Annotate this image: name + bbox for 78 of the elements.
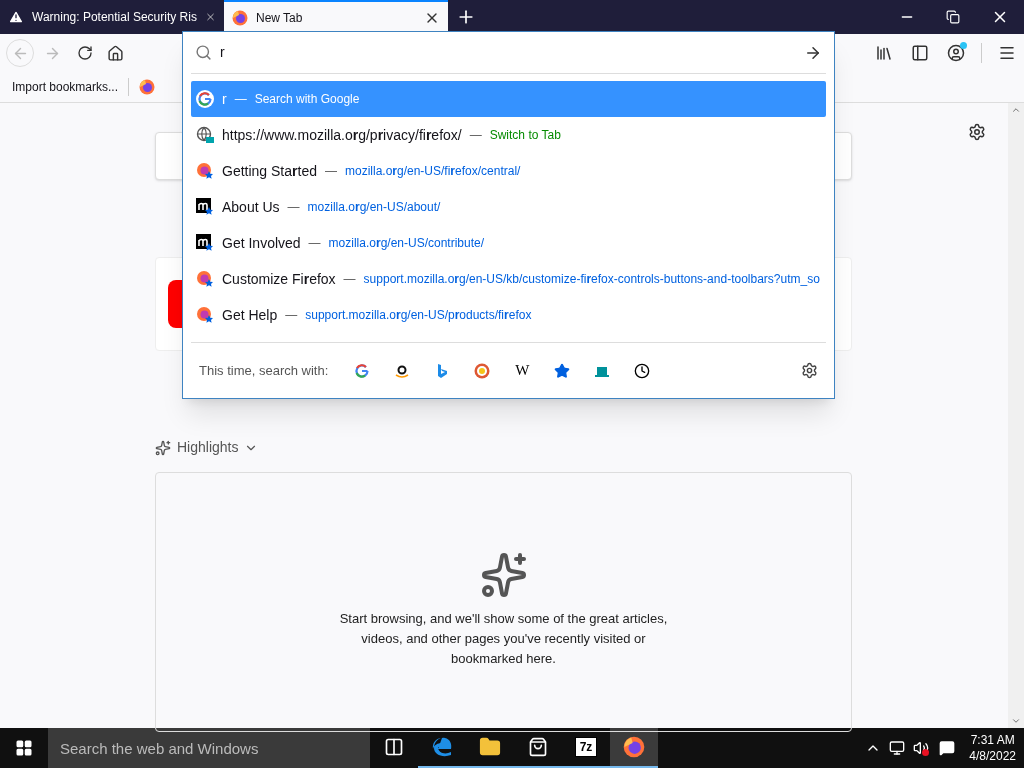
mozilla-bookmark-icon	[196, 198, 214, 216]
dash-separator: —	[285, 307, 298, 324]
suggestion-action: Search with Google	[254, 91, 360, 108]
address-field[interactable]: r	[191, 32, 826, 74]
browser-tab[interactable]: New Tab	[224, 0, 448, 34]
firefox-bookmark-icon	[196, 270, 214, 288]
archive-app-icon[interactable]: 7z	[574, 737, 598, 757]
windows-start-icon[interactable]	[15, 739, 33, 757]
account-icon[interactable]	[947, 44, 965, 62]
suggestion-action: support.mozilla.org/en-US/kb/customize-firefox-controls-buttons-and-toolbars?utm_so	[363, 271, 820, 288]
suggestion-action: Switch to Tab	[489, 127, 561, 144]
suggestion-title: Getting Started	[222, 161, 317, 181]
task-view-icon[interactable]	[384, 737, 404, 757]
history-icon[interactable]	[634, 362, 651, 379]
library-icon[interactable]	[875, 44, 893, 62]
google-icon	[354, 362, 371, 379]
suggestion-title: Customize Firefox	[222, 269, 336, 289]
suggestion-row[interactable]: About Us — mozilla.org/en-US/about/	[191, 189, 826, 225]
notification-icon[interactable]	[939, 740, 956, 756]
suggestion-row[interactable]: Getting Started — mozilla.org/en-US/firefox/central/	[191, 153, 826, 189]
menu-icon[interactable]	[998, 44, 1016, 62]
empty-message: Start browsing, and we'll show some of the great articles, videos, and other pages you've recently visited or bookmarked here.	[338, 610, 669, 668]
dash-separator: —	[234, 91, 247, 108]
volume-muted-icon[interactable]	[913, 740, 930, 756]
one-off-label: This time, search with:	[199, 361, 329, 380]
tab-title: Warning: Potential Security Ris	[32, 9, 197, 26]
suggestion-action: support.mozilla.org/en-US/products/firefox	[305, 307, 532, 324]
dash-separator: —	[343, 271, 356, 288]
star-icon[interactable]	[554, 362, 571, 379]
firefox-icon	[139, 79, 156, 95]
search-icon	[195, 44, 212, 61]
suggestion-row[interactable]: Customize Firefox — support.mozilla.org/en-US/kb/customize-firefox-controls-buttons-and-toolbars?utm_so	[191, 261, 826, 297]
suggestion-action: mozilla.org/en-US/firefox/central/	[344, 163, 521, 180]
warning-icon	[8, 9, 24, 25]
google-icon	[197, 91, 213, 107]
taskbar-search-field[interactable]: Search the web and Windows	[48, 728, 370, 768]
dash-separator: —	[287, 199, 300, 216]
suggestion-title: About Us	[222, 197, 280, 217]
suggestion-action: mozilla.org/en-US/about/	[307, 199, 441, 216]
wikipedia-icon[interactable]: W	[507, 359, 538, 382]
firefox-bookmark-icon	[196, 306, 214, 324]
tab-title: New Tab	[256, 10, 304, 27]
reload-icon[interactable]	[77, 45, 93, 61]
settings-icon[interactable]	[968, 123, 986, 141]
firefox-icon	[623, 736, 645, 758]
suggestion-title: https://www.mozilla.org/privacy/firefox/	[222, 125, 462, 145]
dash-separator: —	[324, 163, 337, 180]
firefox-bookmark-icon	[196, 162, 214, 180]
bookmark-item[interactable]: Import bookmarks...	[12, 78, 119, 96]
suggestion-row[interactable]: Get Involved — mozilla.org/en-US/contribute/	[191, 225, 826, 261]
store-icon[interactable]	[528, 737, 548, 757]
suggestion-title: Get Help	[222, 305, 278, 325]
search-settings-icon[interactable]	[801, 362, 818, 379]
suggestion-action: mozilla.org/en-US/contribute/	[328, 235, 485, 252]
suggestion-title: Get Involved	[222, 233, 301, 253]
mozilla-bookmark-icon	[196, 234, 214, 252]
sidebar-icon[interactable]	[911, 44, 929, 62]
network-icon[interactable]	[889, 740, 906, 756]
sparkles-icon	[155, 439, 171, 456]
dash-separator: —	[469, 127, 482, 144]
sparkles-icon	[479, 551, 528, 599]
folder-icon[interactable]	[479, 736, 501, 758]
restore-icon[interactable]	[946, 10, 960, 24]
suggestion-row[interactable]: Get Help — support.mozilla.org/en-US/products/firefox	[191, 297, 826, 333]
firefox-icon	[232, 10, 248, 26]
globe-tab-icon	[196, 126, 214, 144]
section-title: Highlights	[177, 438, 239, 457]
scrollbar[interactable]	[1008, 103, 1024, 728]
edge-icon[interactable]	[431, 736, 453, 758]
dash-separator: —	[308, 235, 321, 252]
home-icon[interactable]	[107, 44, 124, 62]
scroll-up-icon[interactable]	[1011, 105, 1021, 115]
scroll-down-icon[interactable]	[1011, 716, 1021, 726]
duck-icon[interactable]	[474, 362, 491, 379]
suggestion-row[interactable]: https://www.mozilla.org/privacy/firefox/ — Switch to Tab	[191, 117, 826, 153]
browser-tab[interactable]: Warning: Potential Security Ris	[0, 0, 224, 34]
suggestion-title: r	[222, 89, 227, 109]
clock[interactable]: 7:31 AM 4/8/2022	[961, 732, 1024, 764]
